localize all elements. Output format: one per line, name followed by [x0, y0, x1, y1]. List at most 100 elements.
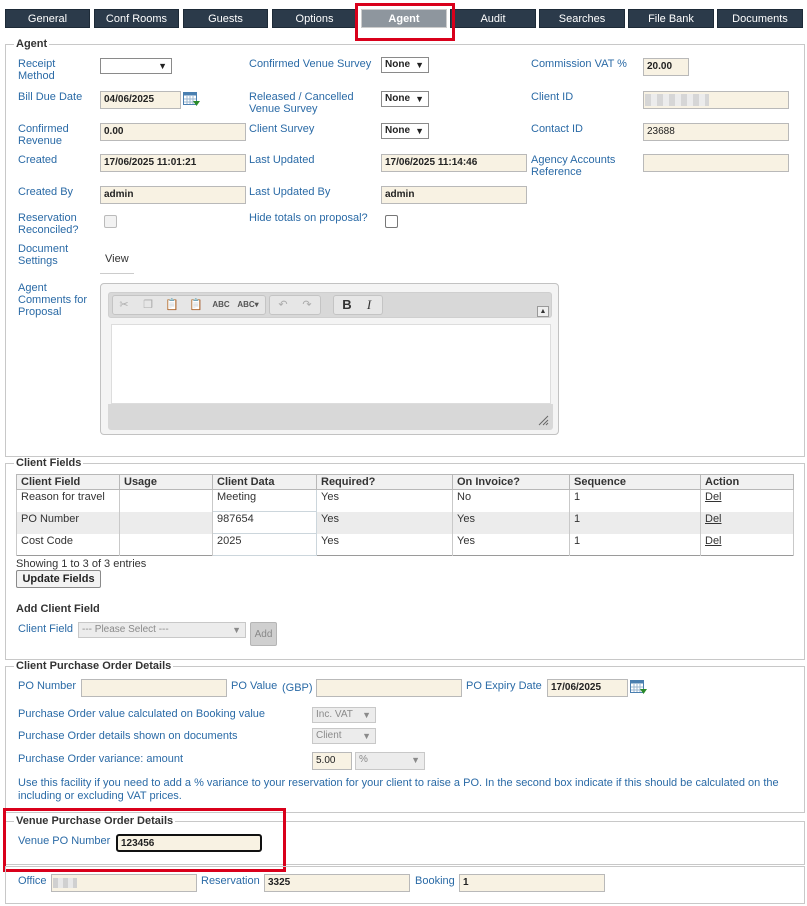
- client-po-legend: Client Purchase Order Details: [16, 660, 172, 672]
- reservation-reconciled-checkbox[interactable]: [104, 215, 117, 228]
- po-number-input[interactable]: [81, 679, 227, 697]
- cell-invoice: Yes: [452, 533, 570, 556]
- agent-legend: Agent: [16, 38, 48, 50]
- calendar-icon[interactable]: [183, 92, 200, 107]
- po-calc-select[interactable]: Inc. VAT ▼: [312, 707, 376, 723]
- po-shown-select[interactable]: Client ▼: [312, 728, 376, 744]
- confirmed-venue-survey-select[interactable]: None ▼: [381, 57, 429, 73]
- paste-text-icon[interactable]: 📋: [187, 297, 205, 313]
- tab-searches[interactable]: Searches: [539, 9, 625, 28]
- hide-totals-checkbox[interactable]: [385, 215, 398, 228]
- receipt-method-label: Receipt Method: [18, 58, 56, 82]
- client-id-label: Client ID: [531, 91, 574, 103]
- document-settings-view-link[interactable]: View: [105, 253, 129, 265]
- col-action[interactable]: Action: [700, 474, 794, 490]
- tab-guests[interactable]: Guests: [183, 9, 268, 28]
- client-id-input[interactable]: [643, 91, 789, 109]
- paste-icon[interactable]: 📋: [163, 297, 181, 313]
- add-field-button[interactable]: Add: [250, 622, 277, 646]
- agent-comments-label: Agent Comments for Proposal: [18, 282, 88, 318]
- po-variance-unit-select[interactable]: % ▼: [355, 752, 425, 770]
- cut-icon[interactable]: ✂: [115, 297, 133, 313]
- col-usage[interactable]: Usage: [119, 474, 213, 490]
- client-survey-select[interactable]: None ▼: [381, 123, 429, 139]
- spellcheck-icon[interactable]: ABC: [211, 297, 231, 313]
- tab-options[interactable]: Options: [272, 9, 357, 28]
- editor-content-area[interactable]: [111, 324, 551, 404]
- commission-vat-input[interactable]: 20.00: [643, 58, 689, 76]
- confirmed-revenue-input[interactable]: 0.00: [100, 123, 246, 141]
- chevron-down-icon: ▼: [362, 710, 371, 720]
- document-settings-label: Document Settings: [18, 243, 69, 267]
- po-number-label: PO Number: [18, 680, 77, 692]
- cell-field: PO Number: [16, 511, 120, 534]
- cell-data-input[interactable]: 987654: [212, 511, 317, 534]
- clipboard-group: ✂ ❐ 📋 📋 ABC ABC▾: [112, 295, 266, 315]
- bill-due-date-input[interactable]: 04/06/2025: [100, 91, 181, 109]
- chevron-down-icon: ▼: [415, 94, 424, 104]
- client-fields-table: Client Field Usage Client Data Required?…: [16, 474, 794, 556]
- delete-link[interactable]: Del: [705, 491, 722, 503]
- created-label: Created: [18, 154, 58, 166]
- spellcheck-dropdown-icon[interactable]: ABC▾: [235, 297, 261, 313]
- delete-link[interactable]: Del: [705, 535, 722, 547]
- tab-conf-rooms[interactable]: Conf Rooms: [94, 9, 179, 28]
- po-shown-label: Purchase Order details shown on document…: [18, 730, 238, 742]
- booking-label: Booking: [415, 875, 455, 887]
- copy-icon[interactable]: ❐: [139, 297, 157, 313]
- po-value-input[interactable]: [316, 679, 462, 697]
- cell-data-input[interactable]: 2025: [212, 533, 317, 556]
- col-client-data[interactable]: Client Data: [212, 474, 317, 490]
- cell-field: Cost Code: [16, 533, 120, 556]
- po-variance-input[interactable]: 5.00: [312, 752, 352, 770]
- chevron-down-icon: ▼: [232, 625, 241, 635]
- undo-icon[interactable]: ↶: [274, 297, 292, 313]
- cell-usage: [119, 533, 213, 556]
- calendar-icon[interactable]: [630, 680, 647, 695]
- tab-general[interactable]: General: [5, 9, 90, 28]
- contact-id-label: Contact ID: [531, 123, 583, 135]
- col-required[interactable]: Required?: [316, 474, 453, 490]
- po-value-label: PO Value: [231, 680, 278, 692]
- col-client-field[interactable]: Client Field: [16, 474, 120, 490]
- italic-button[interactable]: I: [360, 297, 378, 313]
- tab-documents[interactable]: Documents: [717, 9, 803, 28]
- view-underline: [100, 273, 134, 274]
- po-expiry-input[interactable]: 17/06/2025: [547, 679, 628, 697]
- cell-field: Reason for travel: [16, 489, 120, 512]
- tab-file-bank[interactable]: File Bank: [628, 9, 714, 28]
- tab-audit[interactable]: Audit: [450, 9, 536, 28]
- table-row: PO Number 987654 Yes Yes 1 Del: [16, 511, 794, 534]
- collapse-toolbar-icon[interactable]: ▲: [537, 306, 549, 317]
- last-updated-input: 17/06/2025 11:14:46: [381, 154, 527, 172]
- chevron-down-icon: ▼: [415, 126, 424, 136]
- agency-accounts-label: Agency Accounts Reference: [531, 154, 616, 178]
- client-field-select[interactable]: --- Please Select --- ▼: [78, 622, 246, 638]
- cell-data-input[interactable]: Meeting: [212, 489, 317, 512]
- last-updated-by-label: Last Updated By: [249, 186, 331, 198]
- delete-link[interactable]: Del: [705, 513, 722, 525]
- venue-po-highlight: [3, 808, 286, 872]
- booking-input[interactable]: 1: [459, 874, 605, 892]
- reservation-input[interactable]: 3325: [264, 874, 410, 892]
- cell-action: Del: [700, 533, 794, 556]
- col-sequence[interactable]: Sequence: [569, 474, 701, 490]
- redo-icon[interactable]: ↷: [298, 297, 316, 313]
- last-updated-label: Last Updated: [249, 154, 315, 166]
- bold-button[interactable]: B: [338, 297, 356, 313]
- agency-accounts-input[interactable]: [643, 154, 789, 172]
- reservation-reconciled-label: Reservation Reconciled?: [18, 212, 79, 236]
- table-row: Cost Code 2025 Yes Yes 1 Del: [16, 533, 794, 556]
- update-fields-button[interactable]: Update Fields: [16, 570, 101, 588]
- released-cancelled-select[interactable]: None ▼: [381, 91, 429, 107]
- cell-required: Yes: [316, 489, 453, 512]
- po-expiry-label: PO Expiry Date: [466, 680, 542, 692]
- receipt-method-select[interactable]: ▼: [100, 58, 172, 74]
- po-variance-label: Purchase Order variance: amount: [18, 753, 184, 765]
- office-input[interactable]: [51, 874, 197, 892]
- contact-id-input[interactable]: 23688: [643, 123, 789, 141]
- created-input: 17/06/2025 11:01:21: [100, 154, 246, 172]
- table-row: Reason for travel Meeting Yes No 1 Del: [16, 489, 794, 512]
- col-on-invoice[interactable]: On Invoice?: [452, 474, 570, 490]
- resize-handle-icon[interactable]: [537, 414, 549, 426]
